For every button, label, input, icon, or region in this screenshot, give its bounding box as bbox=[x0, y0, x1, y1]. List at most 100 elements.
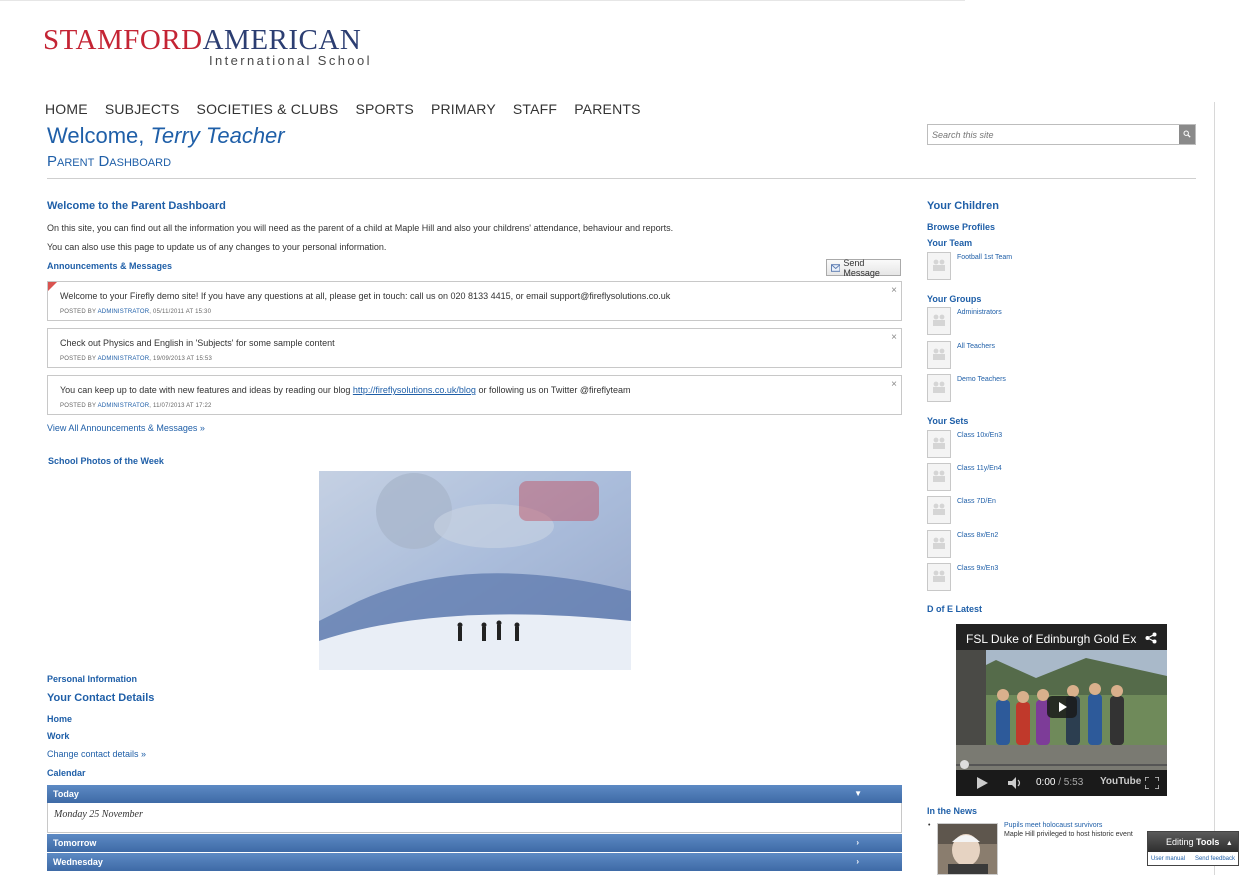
calendar-wednesday-bar[interactable]: Wednesday › bbox=[47, 853, 902, 871]
page-title: Welcome, Terry Teacher bbox=[47, 123, 285, 149]
personal-info-heading[interactable]: Personal Information bbox=[47, 674, 137, 684]
fullscreen-icon[interactable] bbox=[1145, 777, 1159, 789]
news-bullet: • bbox=[928, 822, 931, 829]
calendar-today-body: Monday 25 November bbox=[47, 803, 902, 833]
set-label: Class 9x/En3 bbox=[957, 565, 999, 572]
nav-sports[interactable]: SPORTS bbox=[355, 101, 414, 117]
blog-link[interactable]: http://fireflysolutions.co.uk/blog bbox=[353, 385, 476, 395]
video-duration: / 5:53 bbox=[1055, 777, 1084, 788]
group-avatar bbox=[927, 374, 951, 402]
video-player[interactable]: FSL Duke of Edinburgh Gold Ex 0:00 / 5:5… bbox=[956, 624, 1167, 796]
change-contact-link[interactable]: Change contact details » bbox=[47, 749, 146, 759]
announcement-author[interactable]: ADMINISTRATOR bbox=[98, 403, 150, 409]
announcement-text: Check out Physics and English in 'Subjec… bbox=[60, 338, 335, 348]
photos-heading[interactable]: School Photos of the Week bbox=[48, 456, 164, 466]
announcement-author[interactable]: ADMINISTRATOR bbox=[98, 309, 150, 315]
nav-staff[interactable]: STAFF bbox=[513, 101, 557, 117]
school-photo[interactable] bbox=[319, 471, 631, 670]
search-input[interactable] bbox=[928, 126, 1174, 144]
group-item[interactable]: All Teachers bbox=[927, 341, 995, 369]
announcement-text: You can keep up to date with new feature… bbox=[60, 385, 631, 395]
set-item[interactable]: Class 8x/En2 bbox=[927, 530, 998, 558]
group-avatar bbox=[927, 430, 951, 458]
view-all-announcements-link[interactable]: View All Announcements & Messages » bbox=[47, 423, 205, 433]
your-children-heading: Your Children bbox=[927, 200, 999, 212]
announcement-item: Check out Physics and English in 'Subjec… bbox=[47, 328, 902, 368]
page-subtitle: Parent Dashboard bbox=[47, 153, 172, 170]
group-avatar bbox=[927, 496, 951, 524]
search-button[interactable] bbox=[1179, 125, 1195, 144]
contact-work[interactable]: Work bbox=[47, 731, 69, 741]
news-title-link[interactable]: Pupils meet holocaust survivors bbox=[1004, 822, 1102, 829]
nav-parents[interactable]: PARENTS bbox=[574, 101, 641, 117]
group-avatar bbox=[927, 341, 951, 369]
video-title[interactable]: FSL Duke of Edinburgh Gold Ex bbox=[966, 632, 1146, 646]
set-label: Class 10x/En3 bbox=[957, 432, 1003, 439]
chevron-right-icon: › bbox=[856, 838, 859, 847]
dofe-heading[interactable]: D of E Latest bbox=[927, 604, 982, 614]
video-scrubber-handle[interactable] bbox=[960, 760, 969, 769]
right-divider bbox=[1214, 102, 1215, 875]
in-the-news-heading[interactable]: In the News bbox=[927, 806, 977, 816]
set-item[interactable]: Class 9x/En3 bbox=[927, 563, 998, 591]
group-label: Demo Teachers bbox=[957, 376, 1006, 383]
send-message-button[interactable]: Send Message bbox=[826, 258, 901, 278]
logo-part2: AMERICAN bbox=[202, 24, 362, 56]
contact-home[interactable]: Home bbox=[47, 714, 72, 724]
group-item[interactable]: Demo Teachers bbox=[927, 374, 1006, 402]
video-controls: 0:00 / 5:53 YouTube bbox=[956, 770, 1167, 796]
nav-societies-clubs[interactable]: SOCIETIES & CLUBS bbox=[197, 101, 339, 117]
share-icon[interactable] bbox=[1145, 632, 1157, 644]
set-label: Class 11y/En4 bbox=[957, 465, 1002, 472]
editing-tools-panel: Editing Tools ▲ User manual Send feedbac… bbox=[1147, 831, 1239, 866]
announcement-meta: POSTED BY ADMINISTRATOR, 05/11/2011 AT 1… bbox=[60, 309, 212, 315]
play-icon[interactable] bbox=[976, 777, 988, 789]
play-button-icon[interactable] bbox=[1047, 696, 1077, 718]
your-team-heading[interactable]: Your Team bbox=[927, 238, 972, 248]
announcements-heading[interactable]: Announcements & Messages bbox=[47, 261, 172, 271]
nav-home[interactable]: HOME bbox=[45, 101, 88, 117]
announcement-author[interactable]: ADMINISTRATOR bbox=[98, 356, 150, 362]
people-icon bbox=[933, 470, 945, 482]
video-progress-track[interactable] bbox=[956, 764, 1167, 766]
people-icon bbox=[933, 381, 945, 393]
user-name: Terry Teacher bbox=[150, 123, 285, 148]
your-groups-heading[interactable]: Your Groups bbox=[927, 294, 981, 304]
volume-icon[interactable] bbox=[1008, 777, 1024, 789]
team-item[interactable]: Football 1st Team bbox=[927, 252, 1012, 280]
close-icon[interactable]: × bbox=[891, 379, 897, 390]
editing-tools-toggle[interactable]: Editing Tools ▲ bbox=[1148, 832, 1238, 852]
nav-primary[interactable]: PRIMARY bbox=[431, 101, 496, 117]
calendar-today-bar[interactable]: Today ▼ bbox=[47, 785, 902, 803]
group-label: Administrators bbox=[957, 309, 1002, 316]
video-current-time: 0:00 bbox=[1036, 777, 1056, 788]
your-sets-heading[interactable]: Your Sets bbox=[927, 416, 968, 426]
editing-tools-label-bold: Tools bbox=[1196, 837, 1220, 847]
browse-profiles-link[interactable]: Browse Profiles bbox=[927, 222, 995, 232]
people-icon bbox=[933, 259, 945, 271]
contact-details-heading: Your Contact Details bbox=[47, 692, 155, 704]
close-icon[interactable]: × bbox=[891, 332, 897, 343]
intro-line-1: On this site, you can find out all the i… bbox=[47, 223, 674, 233]
group-avatar bbox=[927, 307, 951, 335]
set-item[interactable]: Class 11y/En4 bbox=[927, 463, 1002, 491]
user-manual-link[interactable]: User manual bbox=[1151, 856, 1185, 862]
chevron-right-icon: › bbox=[856, 857, 859, 866]
announcement-item: You can keep up to date with new feature… bbox=[47, 375, 902, 415]
news-thumbnail[interactable] bbox=[937, 823, 998, 875]
team-label: Football 1st Team bbox=[957, 254, 1013, 261]
set-item[interactable]: Class 7D/En bbox=[927, 496, 996, 524]
group-item[interactable]: Administrators bbox=[927, 307, 1002, 335]
send-feedback-link[interactable]: Send feedback bbox=[1195, 856, 1235, 862]
calendar-heading[interactable]: Calendar bbox=[47, 768, 86, 778]
logo-tagline: International School bbox=[209, 53, 372, 68]
close-icon[interactable]: × bbox=[891, 285, 897, 296]
header-divider bbox=[47, 178, 1196, 179]
group-avatar bbox=[927, 563, 951, 591]
search-box bbox=[927, 124, 1196, 145]
nav-subjects[interactable]: SUBJECTS bbox=[105, 101, 180, 117]
set-item[interactable]: Class 10x/En3 bbox=[927, 430, 1002, 458]
envelope-icon bbox=[831, 263, 841, 272]
youtube-logo[interactable]: YouTube bbox=[1100, 776, 1141, 787]
calendar-tomorrow-bar[interactable]: Tomorrow › bbox=[47, 834, 902, 852]
